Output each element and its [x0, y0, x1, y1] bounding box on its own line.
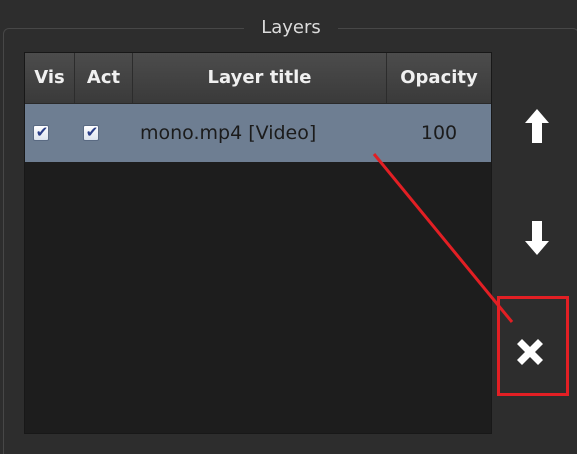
close-icon [517, 339, 543, 365]
checkmark-icon: ✔ [85, 123, 99, 141]
move-layer-down-button[interactable] [513, 214, 561, 262]
table-header: Vis Act Layer title Opacity [25, 53, 491, 104]
arrow-up-icon [525, 109, 549, 143]
checkmark-icon: ✔ [35, 123, 49, 141]
active-checkbox[interactable]: ✔ [83, 123, 99, 141]
layers-table[interactable]: Vis Act Layer title Opacity ✔ ✔ mono.mp4… [24, 52, 492, 434]
move-layer-up-button[interactable] [513, 102, 561, 150]
act-cell: ✔ [75, 104, 133, 162]
vis-cell: ✔ [25, 104, 75, 162]
layer-opacity-cell[interactable]: 100 [387, 104, 491, 162]
layers-panel-title: Layers [244, 14, 338, 42]
table-row[interactable]: ✔ ✔ mono.mp4 [Video] 100 [25, 104, 491, 162]
column-header-act[interactable]: Act [75, 53, 133, 103]
remove-layer-button[interactable] [506, 328, 554, 376]
arrow-down-icon [525, 221, 549, 255]
column-header-layer-title[interactable]: Layer title [133, 53, 387, 103]
column-header-opacity[interactable]: Opacity [387, 53, 491, 103]
layer-title-cell[interactable]: mono.mp4 [Video] [133, 104, 387, 162]
visible-checkbox[interactable]: ✔ [33, 123, 49, 141]
column-header-vis[interactable]: Vis [25, 53, 75, 103]
